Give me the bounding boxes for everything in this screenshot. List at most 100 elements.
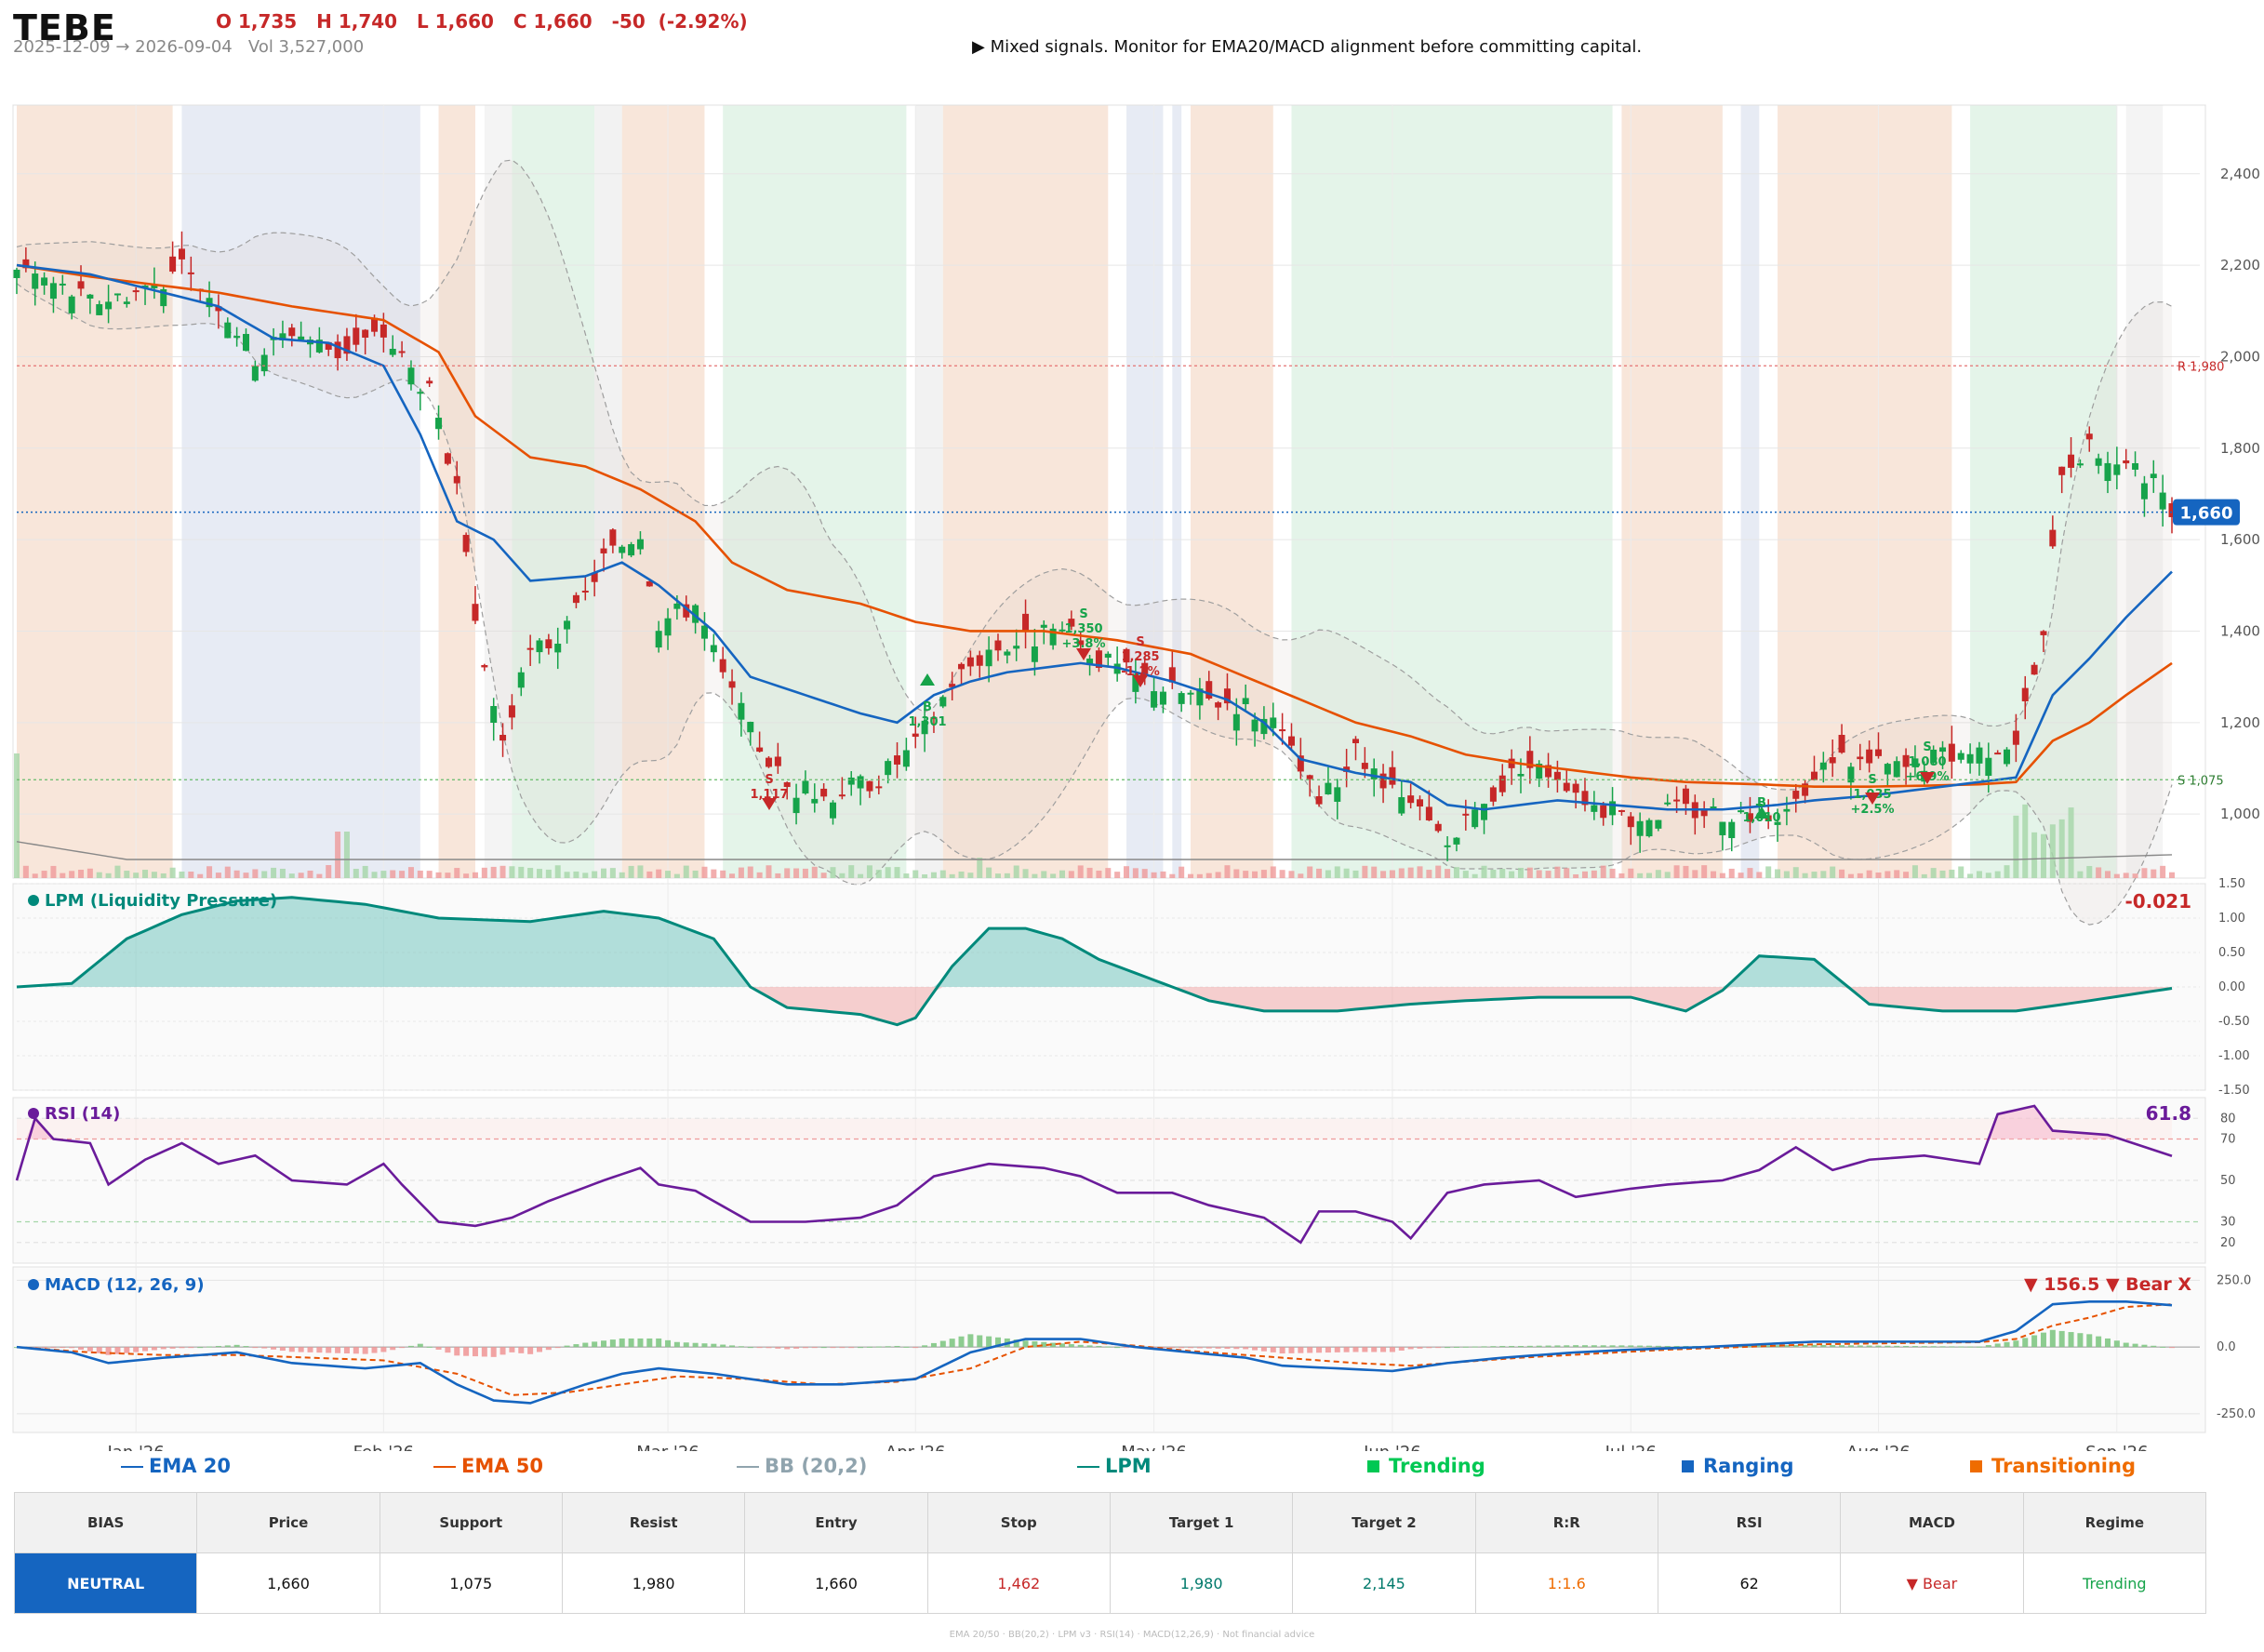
candle-body [389, 348, 396, 355]
candle-body [2095, 458, 2102, 466]
legend-trending-label: Trending [1389, 1455, 1485, 1477]
volume-bar [445, 873, 451, 878]
candle-body [636, 539, 644, 550]
volume-bar [1903, 872, 1910, 878]
x-tick-label: Jan '26 [107, 1443, 165, 1451]
candle-body [1874, 749, 1882, 756]
macd-histogram-bar [1911, 1346, 1918, 1348]
volume-bar [1830, 866, 1836, 878]
candle-body [756, 747, 764, 753]
volume-bar [335, 832, 341, 878]
summary-header-cell: Target 2 [1292, 1492, 1476, 1553]
macd-histogram-bar [1903, 1345, 1910, 1348]
macd-histogram-bar [1820, 1344, 1827, 1348]
macd-histogram-bar [2160, 1346, 2166, 1348]
volume-bar [32, 873, 38, 878]
macd-histogram-bar [233, 1344, 240, 1348]
macd-histogram-bar [1022, 1340, 1029, 1348]
candle-body [1187, 692, 1194, 695]
volume-bar [2141, 868, 2148, 878]
volume-bar [1628, 868, 1634, 878]
candle-body [1957, 753, 1964, 760]
volume-bar [316, 873, 323, 878]
macd-histogram-bar [279, 1347, 286, 1352]
candle-body [1205, 681, 1213, 699]
x-tick-label: Jun '26 [1363, 1443, 1421, 1451]
summary-header-cell: Resist [561, 1492, 746, 1553]
volume-bar [692, 870, 699, 878]
volume-bar [1765, 866, 1772, 878]
macd-histogram-bar [298, 1347, 304, 1352]
macd-histogram-bar [1215, 1347, 1221, 1349]
trade-side-label: S [1136, 635, 1144, 649]
candle-body [774, 756, 781, 766]
volume-bar [1967, 873, 1974, 878]
macd-histogram-bar [1398, 1347, 1405, 1351]
summary-value-cell: 1,660 [744, 1552, 928, 1614]
volume-bar [1994, 871, 2001, 878]
candle-body [2040, 631, 2047, 635]
price-tick-label: 1,800 [2220, 440, 2260, 457]
legend-transitioning-swatch [1970, 1460, 1982, 1472]
candle-body [811, 798, 819, 804]
x-tick-label: Feb '26 [353, 1443, 414, 1451]
macd-histogram-bar [802, 1347, 808, 1349]
macd-histogram-bar [839, 1347, 846, 1349]
macd-histogram-bar [371, 1347, 378, 1353]
macd-histogram-bar [1600, 1345, 1606, 1348]
volume-bar [986, 867, 992, 878]
macd-histogram-bar [1086, 1345, 1093, 1348]
volume-bar [298, 873, 304, 878]
legend-ema50-label: EMA 50 [461, 1455, 544, 1477]
volume-bar [1847, 873, 1854, 878]
candle-body [700, 625, 708, 639]
macd-histogram-bar [564, 1345, 570, 1348]
volume-bar [197, 873, 204, 878]
lpm-tick-label: -1.00 [2218, 1049, 2250, 1063]
legend-ema20-line [121, 1466, 143, 1468]
macd-histogram-bar [151, 1347, 157, 1351]
candle-body [655, 631, 662, 648]
x-tick-label: Sep '26 [2085, 1443, 2149, 1451]
chart-legend: EMA 20 EMA 50 BB (20,2) LPM Trending Ran… [0, 1455, 2264, 1483]
trade-side-label: B [923, 700, 932, 714]
volume-bar [1279, 870, 1285, 878]
trade-value-label: 1,301 [908, 715, 946, 729]
volume-bar [1380, 871, 1387, 878]
macd-histogram-bar [1545, 1345, 1552, 1348]
macd-histogram-bar [949, 1339, 955, 1348]
volume-bar [1526, 867, 1533, 878]
volume-bar [41, 871, 47, 878]
volume-bar [939, 870, 946, 878]
candle-body [2012, 730, 2019, 745]
macd-histogram-bar [903, 1346, 910, 1348]
candle-body [334, 341, 341, 359]
candle-body [260, 354, 268, 372]
candle-body [1664, 802, 1671, 805]
macd-histogram-bar [683, 1342, 689, 1348]
candle-body [1645, 819, 1653, 837]
macd-histogram-bar [729, 1345, 736, 1348]
candle-body [912, 733, 919, 738]
volume-bar [1188, 873, 1194, 878]
macd-histogram-bar [69, 1347, 75, 1349]
volume-bar [747, 866, 753, 878]
legend-transitioning: Transitioning [1970, 1455, 2136, 1477]
volume-bar [930, 872, 937, 878]
macd-histogram-bar [1243, 1347, 1249, 1350]
volume-bar [87, 868, 93, 878]
macd-histogram-bar [1298, 1347, 1304, 1353]
volume-bar [1260, 870, 1267, 878]
volume-bar [1151, 872, 1157, 878]
volume-bar [1820, 871, 1827, 878]
volume-bar [1792, 867, 1799, 878]
volume-bar [1426, 870, 1432, 878]
volume-bar [1059, 870, 1065, 878]
candle-body [1985, 757, 1992, 777]
volume-bar [2123, 873, 2129, 878]
lpm-tick-label: 1.50 [2218, 877, 2245, 891]
macd-histogram-bar [1609, 1345, 1616, 1348]
volume-bar [1600, 865, 1606, 878]
volume-bar [417, 870, 423, 878]
macd-histogram-bar [2040, 1332, 2046, 1348]
